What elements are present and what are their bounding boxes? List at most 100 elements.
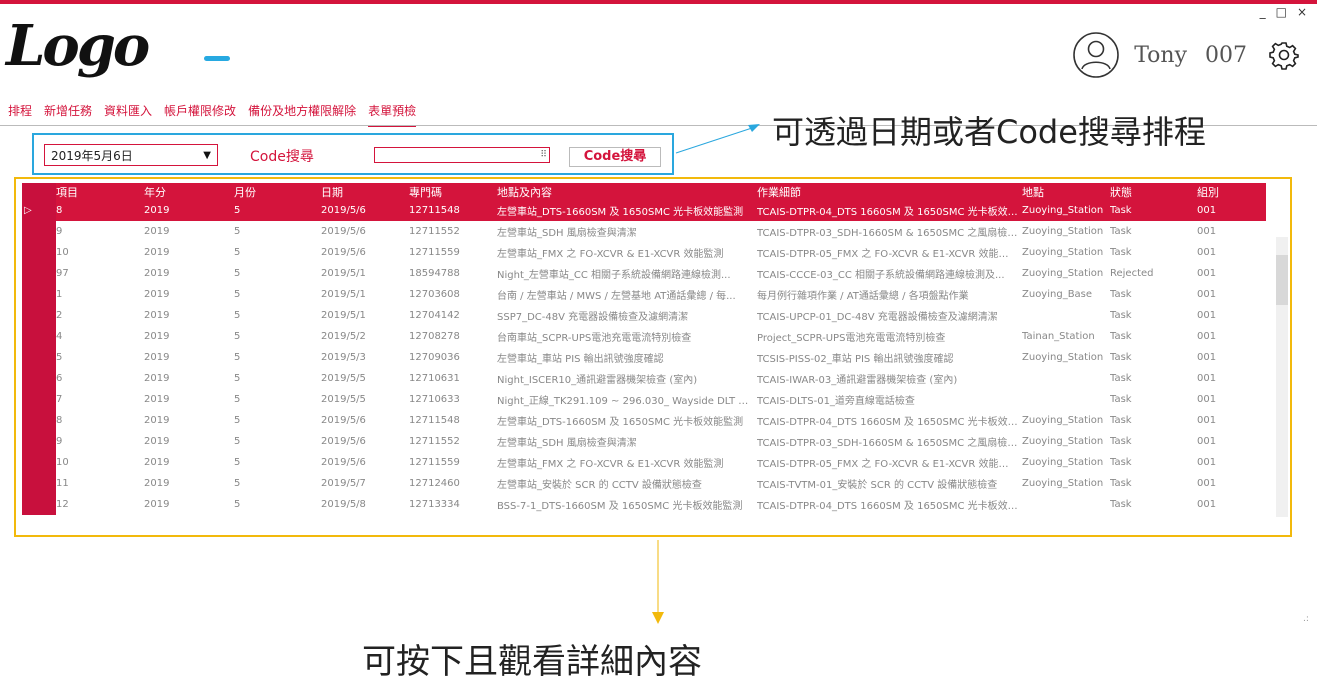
table-row[interactable]: 6 2019 5 2019/5/5 12710631 Night_ISCER10_通訊避雷… xyxy=(22,368,1266,389)
cell-status: Task xyxy=(1110,373,1132,384)
cell-year: 2019 xyxy=(144,205,170,216)
cell-work-detail: TCAIS-DTPR-05_FMX 之 FO-XCVR & E1-XCVR 效能… xyxy=(757,249,1019,260)
cell-group: 001 xyxy=(1197,394,1217,405)
table-row[interactable]: ▷ 8 2019 5 2019/5/6 12711548 左營車站_DTS-1660SM 及… xyxy=(22,200,1266,221)
app-window: _ □ × Logo Tony 007 排程 新增任務 資料匯入 帳戶權限修改 … xyxy=(0,0,1317,699)
row-selector-cell[interactable] xyxy=(22,431,56,452)
minimize-button[interactable]: _ xyxy=(1260,6,1266,18)
nav-item-account-permissions[interactable]: 帳戶權限修改 xyxy=(164,102,236,123)
cell-code: 12711552 xyxy=(409,226,460,237)
table-row[interactable]: 10 2019 5 2019/5/6 12711559 左營車站_FMX 之 FO-XCV… xyxy=(22,242,1266,263)
gear-icon[interactable] xyxy=(1269,40,1299,70)
cell-location: Zuoying_Station xyxy=(1022,268,1104,279)
cell-item: 8 xyxy=(56,205,63,216)
cell-month: 5 xyxy=(234,310,241,321)
column-header-month[interactable]: 月份 xyxy=(234,184,321,200)
table-row[interactable]: 97 2019 5 2019/5/1 18594788 Night_左營車站_CC 相關子… xyxy=(22,263,1266,284)
row-selector-cell[interactable] xyxy=(22,305,56,326)
cell-year: 2019 xyxy=(144,436,170,447)
row-selector-cell[interactable] xyxy=(22,347,56,368)
row-selector-cell[interactable] xyxy=(22,242,56,263)
cell-year: 2019 xyxy=(144,499,170,510)
table-row[interactable]: 11 2019 5 2019/5/7 12712460 左營車站_安裝於 SCR 的 CC… xyxy=(22,473,1266,494)
resize-grip-icon[interactable]: .: xyxy=(1303,614,1309,624)
cell-item: 7 xyxy=(56,394,63,405)
cell-work-detail: TCAIS-IWAR-03_通訊避雷器機架檢查 (室內) xyxy=(757,375,958,386)
table-row[interactable]: 5 2019 5 2019/5/3 12709036 左營車站_車站 PIS 輸出訊號強度… xyxy=(22,347,1266,368)
column-header-work-detail[interactable]: 作業細節 xyxy=(757,184,1022,200)
scrollbar-thumb[interactable] xyxy=(1276,255,1288,305)
code-search-button[interactable]: Code搜尋 xyxy=(569,147,661,167)
cell-work-detail: TCAIS-DTPR-03_SDH-1660SM & 1650SMC 之風扇檢查… xyxy=(757,228,1022,239)
row-selector-cell[interactable] xyxy=(22,494,56,515)
cell-code: 18594788 xyxy=(409,268,460,279)
row-selector-cell[interactable] xyxy=(22,389,56,410)
column-header-status[interactable]: 狀態 xyxy=(1110,184,1197,200)
row-selector-cell[interactable] xyxy=(22,473,56,494)
column-header-group[interactable]: 組別 xyxy=(1197,184,1259,200)
cell-group: 001 xyxy=(1197,457,1217,468)
cell-code: 12711552 xyxy=(409,436,460,447)
detail-hint-annotation: 可按下且觀看詳細內容 xyxy=(362,642,702,682)
table-row[interactable]: 8 2019 5 2019/5/6 12711548 左營車站_DTS-1660SM 及 … xyxy=(22,410,1266,431)
row-selector-cell[interactable] xyxy=(22,368,56,389)
column-header-place-content[interactable]: 地點及內容 xyxy=(497,184,757,200)
date-select[interactable]: 2019年5月6日 ▼ xyxy=(44,144,218,166)
nav-item-data-import[interactable]: 資料匯入 xyxy=(104,102,152,123)
cell-code: 12703608 xyxy=(409,289,460,300)
nav-item-schedule[interactable]: 排程 xyxy=(8,102,32,123)
cell-item: 9 xyxy=(56,226,63,237)
cell-work-detail: TCAIS-DTPR-03_SDH-1660SM & 1650SMC 之風扇檢查… xyxy=(757,438,1022,449)
table-row[interactable]: 9 2019 5 2019/5/6 12711552 左營車站_SDH 風扇檢查與清潔 TC… xyxy=(22,221,1266,242)
cell-month: 5 xyxy=(234,436,241,447)
cell-status: Task xyxy=(1110,331,1132,342)
nav-item-backup-permissions[interactable]: 備份及地方權限解除 xyxy=(248,102,356,123)
row-selector-cell[interactable]: ▷ xyxy=(22,200,56,221)
logo-text: Logo xyxy=(6,13,150,79)
column-header-location[interactable]: 地點 xyxy=(1022,184,1110,200)
table-scrollbar[interactable] xyxy=(1276,237,1288,517)
row-selector-cell[interactable] xyxy=(22,263,56,284)
cell-year: 2019 xyxy=(144,226,170,237)
row-selector-cell[interactable] xyxy=(22,284,56,305)
row-selector-cell[interactable] xyxy=(22,326,56,347)
top-accent-bar xyxy=(0,0,1317,4)
table-row[interactable]: 4 2019 5 2019/5/2 12708278 台南車站_SCPR-UPS電池充電電… xyxy=(22,326,1266,347)
row-selector-cell[interactable] xyxy=(22,410,56,431)
cell-status: Task xyxy=(1110,457,1132,468)
cell-item: 8 xyxy=(56,415,63,426)
table-row[interactable]: 2 2019 5 2019/5/1 12704142 SSP7_DC-48V 充電器設備檢… xyxy=(22,305,1266,326)
row-selector-cell[interactable] xyxy=(22,452,56,473)
cell-code: 12712460 xyxy=(409,478,460,489)
maximize-button[interactable]: □ xyxy=(1276,6,1287,18)
column-header-year[interactable]: 年分 xyxy=(144,184,234,200)
user-avatar-icon[interactable] xyxy=(1072,31,1120,79)
row-selector-cell[interactable] xyxy=(22,221,56,242)
cell-item: 11 xyxy=(56,478,69,489)
column-header-item[interactable]: 項目 xyxy=(56,184,144,200)
cell-group: 001 xyxy=(1197,415,1217,426)
cell-place-content: Night_正線_TK291.109 ~ 296.030_ Wayside DL… xyxy=(497,396,757,407)
cell-date: 2019/5/5 xyxy=(321,394,366,405)
code-search-label: Code搜尋 xyxy=(250,149,314,165)
table-row[interactable]: 7 2019 5 2019/5/5 12710633 Night_正線_TK291.109… xyxy=(22,389,1266,410)
nav-item-new-task[interactable]: 新增任務 xyxy=(44,102,92,123)
table-row[interactable]: 10 2019 5 2019/5/6 12711559 左營車站_FMX 之 FO-XCV… xyxy=(22,452,1266,473)
cell-place-content: 左營車站_SDH 風扇檢查與清潔 xyxy=(497,228,637,239)
cell-place-content: BSS-7-1_DTS-1660SM 及 1650SMC 光卡板效能監測 xyxy=(497,501,743,512)
table-row[interactable]: 1 2019 5 2019/5/1 12703608 台南 / 左營車站 / MWS / … xyxy=(22,284,1266,305)
table-row[interactable]: 12 2019 5 2019/5/8 12713334 BSS-7-1_DTS-1660S… xyxy=(22,494,1266,515)
cell-location: Zuoying_Station xyxy=(1022,436,1104,447)
cell-status: Task xyxy=(1110,499,1132,510)
column-header-code[interactable]: 專門碼 xyxy=(409,184,497,200)
cell-work-detail: Project_SCPR-UPS電池充電電流特別檢查 xyxy=(757,333,946,344)
column-header-date[interactable]: 日期 xyxy=(321,184,409,200)
cell-place-content: 左營車站_DTS-1660SM 及 1650SMC 光卡板效能監測 xyxy=(497,417,744,428)
cell-place-content: 左營車站_FMX 之 FO-XCVR & E1-XCVR 效能監測 xyxy=(497,459,724,470)
code-search-input[interactable]: ⠿ xyxy=(374,147,550,163)
nav-item-form-precheck[interactable]: 表單預檢 xyxy=(368,102,417,127)
table-row[interactable]: 9 2019 5 2019/5/6 12711552 左營車站_SDH 風扇檢查與清潔 TC… xyxy=(22,431,1266,452)
schedule-table: 項目 年分 月份 日期 專門碼 地點及內容 作業細節 地點 狀態 組別 ▷ 8 20… xyxy=(22,183,1266,515)
cell-year: 2019 xyxy=(144,394,170,405)
close-button[interactable]: × xyxy=(1297,6,1307,18)
